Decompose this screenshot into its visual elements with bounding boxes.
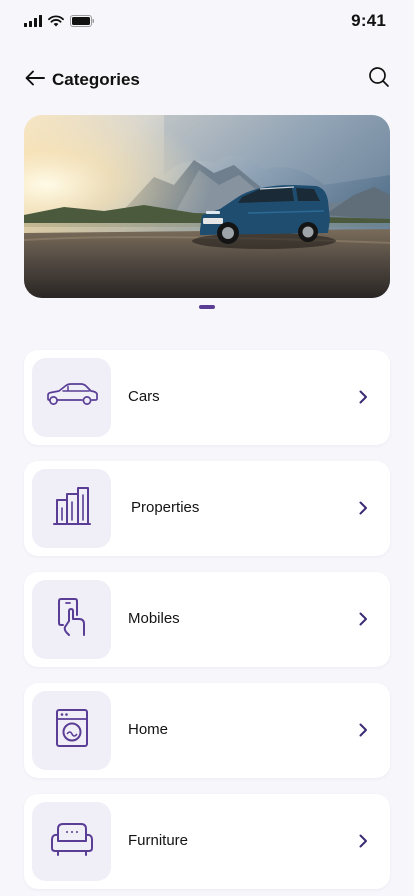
category-item-home[interactable]: Home (24, 683, 390, 778)
carousel-indicator[interactable] (0, 305, 414, 309)
carousel-dot-active[interactable] (199, 305, 215, 309)
category-label: Properties (131, 499, 200, 516)
battery-icon (70, 14, 95, 32)
signal-icon (24, 14, 42, 32)
chevron-right-icon (356, 832, 370, 850)
category-icon-box (32, 469, 111, 548)
chevron-right-icon (356, 721, 370, 739)
status-time: 9:41 (351, 11, 386, 30)
wifi-icon (48, 14, 64, 32)
banner-image (24, 115, 390, 298)
category-item-furniture[interactable]: Furniture (24, 794, 390, 889)
search-button[interactable] (366, 66, 392, 92)
car-icon (45, 382, 99, 413)
category-item-properties[interactable]: Properties (24, 461, 390, 556)
mobile-phone-icon (57, 597, 87, 642)
chevron-right-icon (356, 610, 370, 628)
header: Categories (0, 60, 414, 100)
category-item-mobiles[interactable]: Mobiles (24, 572, 390, 667)
status-icons (24, 14, 95, 32)
chevron-right-icon (356, 388, 370, 406)
category-icon-box (32, 691, 111, 770)
category-icon-box (32, 358, 111, 437)
back-button[interactable] (22, 68, 48, 92)
category-icon-box (32, 802, 111, 881)
category-label: Furniture (128, 832, 189, 849)
arrow-left-icon (25, 70, 45, 91)
search-icon (368, 66, 390, 93)
category-icon-box (32, 580, 111, 659)
building-icon (52, 486, 92, 531)
status-bar: 9:41 (0, 0, 414, 44)
chevron-right-icon (356, 499, 370, 517)
category-label: Cars (128, 388, 160, 405)
category-label: Home (128, 721, 169, 738)
sofa-icon (50, 821, 94, 862)
page-title: Categories (52, 70, 140, 89)
promo-banner[interactable] (24, 115, 390, 298)
category-item-cars[interactable]: Cars (24, 350, 390, 445)
washing-machine-icon (55, 708, 89, 753)
category-label: Mobiles (128, 610, 180, 627)
